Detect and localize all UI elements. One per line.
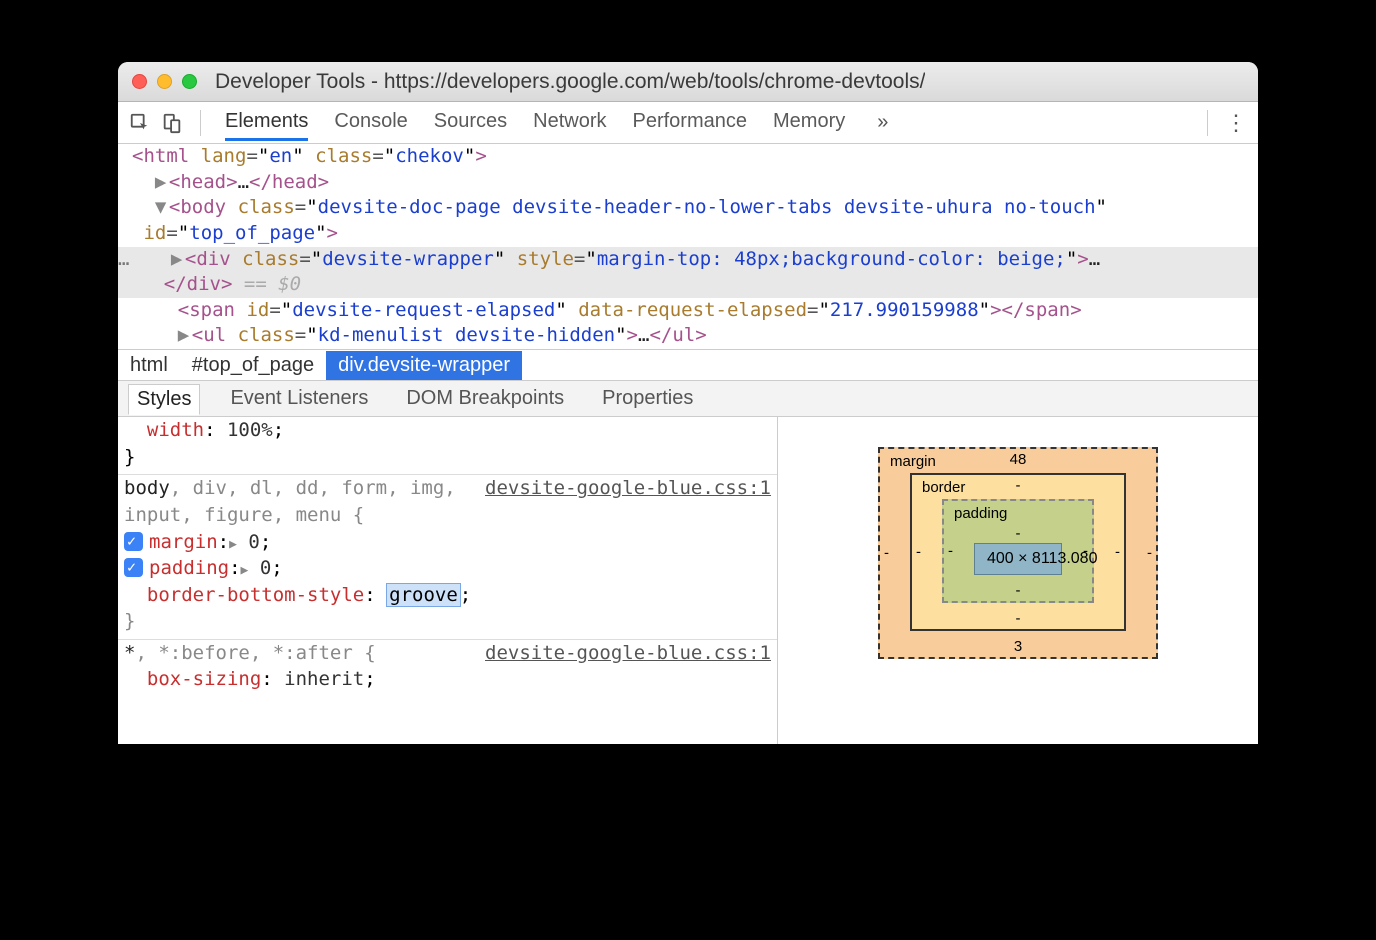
dom-node-span[interactable]: <span id="devsite-request-elapsed" data-… xyxy=(118,298,1258,324)
margin-right-value[interactable]: - xyxy=(1147,545,1152,562)
crumb-top-of-page[interactable]: #top_of_page xyxy=(180,351,326,380)
css-source-link[interactable]: devsite-google-blue.css:1 xyxy=(485,640,771,667)
tabs-overflow-icon[interactable]: » xyxy=(877,111,888,134)
tab-memory[interactable]: Memory xyxy=(773,104,845,141)
tab-sources[interactable]: Sources xyxy=(434,104,507,141)
breadcrumb: html #top_of_page div.devsite-wrapper xyxy=(118,349,1258,381)
minimize-window-button[interactable] xyxy=(157,74,172,89)
box-model-diagram[interactable]: margin 48 - - 3 border - - - - padding - xyxy=(878,447,1158,659)
more-menu-icon[interactable]: ⋮ xyxy=(1222,109,1250,137)
main-toolbar: Elements Console Sources Network Perform… xyxy=(118,102,1258,144)
dom-node-body[interactable]: ▼<body class="devsite-doc-page devsite-h… xyxy=(118,195,1258,246)
css-rule-0[interactable]: width: 100%;} xyxy=(118,417,777,475)
titlebar: Developer Tools - https://developers.goo… xyxy=(118,62,1258,102)
border-right-value[interactable]: - xyxy=(1115,544,1120,561)
maximize-window-button[interactable] xyxy=(182,74,197,89)
disclosure-triangle-open-icon[interactable]: ▼ xyxy=(155,195,169,221)
disclosure-triangle-icon[interactable]: ▶ xyxy=(171,247,185,273)
border-top-value[interactable]: - xyxy=(1016,477,1021,494)
padding-right-value[interactable]: - xyxy=(1083,543,1088,560)
close-window-button[interactable] xyxy=(132,74,147,89)
padding-top-value[interactable]: - xyxy=(1016,525,1021,542)
crumb-devsite-wrapper[interactable]: div.devsite-wrapper xyxy=(326,351,522,380)
border-label: border xyxy=(922,479,965,496)
main-tabs: Elements Console Sources Network Perform… xyxy=(225,104,1193,141)
traffic-lights xyxy=(132,74,197,89)
hidden-siblings-icon[interactable]: … xyxy=(118,247,148,273)
padding-label: padding xyxy=(954,505,1007,522)
crumb-html[interactable]: html xyxy=(118,351,180,380)
property-toggle-checkbox[interactable] xyxy=(124,558,143,577)
dom-node-head[interactable]: ▶<head>…</head> xyxy=(118,170,1258,196)
styles-panels: width: 100%;} devsite-google-blue.css:1 … xyxy=(118,417,1258,744)
border-bottom-value[interactable]: - xyxy=(1016,610,1021,627)
css-rule-1[interactable]: devsite-google-blue.css:1 body, div, dl,… xyxy=(118,475,777,640)
disclosure-triangle-icon[interactable]: ▶ xyxy=(155,170,169,196)
styles-subtabs: Styles Event Listeners DOM Breakpoints P… xyxy=(118,381,1258,417)
property-toggle-checkbox[interactable] xyxy=(124,532,143,551)
content-dimensions[interactable]: 400 × 8113.080 xyxy=(974,543,1062,575)
dom-node-ul[interactable]: ▶<ul class="kd-menulist devsite-hidden">… xyxy=(118,323,1258,349)
tab-network[interactable]: Network xyxy=(533,104,606,141)
styles-pane[interactable]: width: 100%;} devsite-google-blue.css:1 … xyxy=(118,417,778,744)
expand-shorthand-icon[interactable]: ▶ xyxy=(229,537,237,552)
disclosure-triangle-icon[interactable]: ▶ xyxy=(178,323,192,349)
dom-node-html[interactable]: <html lang="en" class="chekov"> xyxy=(118,144,1258,170)
dom-tree[interactable]: <html lang="en" class="chekov"> ▶<head>…… xyxy=(118,144,1258,349)
tab-console[interactable]: Console xyxy=(334,104,407,141)
tab-elements[interactable]: Elements xyxy=(225,104,308,141)
window-title: Developer Tools - https://developers.goo… xyxy=(215,70,925,94)
expand-shorthand-icon[interactable]: ▶ xyxy=(241,563,249,578)
device-toolbar-icon[interactable] xyxy=(158,109,186,137)
selected-node-marker: == $0 xyxy=(232,273,301,295)
margin-bottom-value[interactable]: 3 xyxy=(1014,638,1022,655)
margin-top-value[interactable]: 48 xyxy=(1010,451,1027,468)
css-source-link[interactable]: devsite-google-blue.css:1 xyxy=(485,475,771,502)
padding-bottom-value[interactable]: - xyxy=(1016,582,1021,599)
css-value-editor[interactable]: groove xyxy=(387,584,460,606)
subtab-event-listeners[interactable]: Event Listeners xyxy=(222,384,376,413)
tab-performance[interactable]: Performance xyxy=(633,104,748,141)
subtab-properties[interactable]: Properties xyxy=(594,384,701,413)
margin-left-value[interactable]: - xyxy=(884,545,889,562)
toolbar-divider xyxy=(200,110,201,136)
inspect-element-icon[interactable] xyxy=(126,109,154,137)
devtools-window: Developer Tools - https://developers.goo… xyxy=(118,62,1258,744)
border-left-value[interactable]: - xyxy=(916,544,921,561)
subtab-styles[interactable]: Styles xyxy=(128,384,200,415)
subtab-dom-breakpoints[interactable]: DOM Breakpoints xyxy=(398,384,572,413)
padding-left-value[interactable]: - xyxy=(948,543,953,560)
box-model-pane: margin 48 - - 3 border - - - - padding - xyxy=(778,417,1258,744)
toolbar-divider-2 xyxy=(1207,110,1208,136)
margin-label: margin xyxy=(890,453,936,470)
css-rule-2[interactable]: devsite-google-blue.css:1 *, *:before, *… xyxy=(118,640,777,697)
dom-node-wrapper[interactable]: … ▶<div class="devsite-wrapper" style="m… xyxy=(118,247,1258,298)
